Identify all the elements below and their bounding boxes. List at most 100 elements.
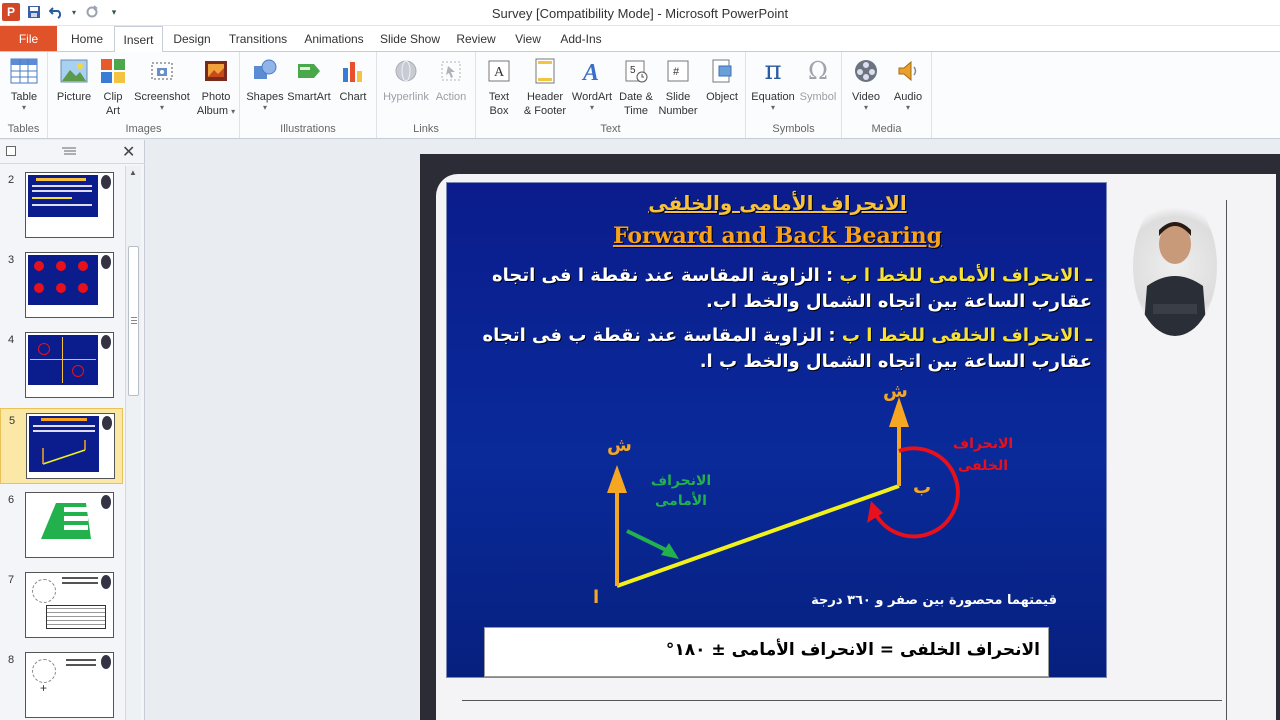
smartart-button[interactable]: SmartArt: [286, 56, 332, 104]
wordart-button[interactable]: A WordArt ▾: [570, 56, 614, 112]
thumbnail-scrollbar[interactable]: ▲: [125, 166, 141, 720]
thumbnail-image: [25, 492, 114, 558]
action-icon: [436, 56, 466, 86]
title-bar: P ▾ ▾ Survey [Compatibility Mode] - Micr…: [0, 0, 1280, 26]
slide-number-icon: #: [663, 56, 693, 86]
thumbnail-image: +: [25, 652, 114, 718]
group-media: Video ▾ Audio ▾ Media: [842, 52, 932, 138]
formula-box[interactable]: الانحراف الخلفى = الانحراف الأمامى ± ١٨٠…: [484, 627, 1049, 677]
slide-thumbnail-selected[interactable]: 5: [0, 408, 123, 484]
slide-divider-vertical: [1226, 200, 1227, 720]
thumbnail-image: [25, 332, 114, 398]
tab-transitions[interactable]: Transitions: [224, 26, 292, 51]
equation-button[interactable]: π Equation ▾: [750, 56, 796, 112]
text-box-icon: A: [484, 56, 514, 86]
thumbnail-pane-header: ✕: [0, 140, 145, 164]
text-box-button[interactable]: A Text Box: [480, 56, 518, 118]
tab-file[interactable]: File: [0, 26, 57, 51]
slide-thumbnail[interactable]: 6: [0, 488, 123, 564]
forward-bearing-arrowhead: [661, 543, 679, 559]
table-button[interactable]: Table ▾: [6, 56, 42, 112]
formula-text: الانحراف الخلفى = الانحراف الأمامى ± ١٨٠…: [665, 640, 1040, 660]
symbol-button[interactable]: Ω Symbol: [798, 56, 838, 104]
screenshot-icon: [147, 56, 177, 86]
globe-icon: [391, 56, 421, 86]
tab-view[interactable]: View: [508, 26, 548, 51]
chart-icon: [338, 56, 368, 86]
slide-number-button[interactable]: # Slide Number: [656, 56, 700, 118]
tab-add-ins[interactable]: Add-Ins: [556, 26, 606, 51]
thumbnail-image: [25, 252, 114, 318]
group-tables: Table ▾ Tables: [0, 52, 48, 138]
slides-tab-icon[interactable]: [6, 146, 16, 156]
slide-thumbnail[interactable]: 3: [0, 248, 123, 324]
screenshot-button[interactable]: Screenshot ▾: [134, 56, 190, 112]
tab-slide-show[interactable]: Slide Show: [376, 26, 444, 51]
range-note[interactable]: قيمتهما محصورة بين صفر و ٣٦٠ درجة: [767, 593, 1057, 608]
presenter-photo: [1133, 196, 1217, 336]
calendar-icon: 5: [621, 56, 651, 86]
label-north-b: ش: [883, 381, 908, 402]
svg-text:A: A: [581, 60, 599, 84]
svg-text:A: A: [494, 65, 505, 80]
label-back-bearing: الانحراف الخلفى: [952, 436, 1014, 474]
label-north-a: ش: [607, 435, 632, 456]
label-forward-bearing: الانحراف الأمامى: [650, 473, 712, 509]
hyperlink-button[interactable]: Hyperlink: [381, 56, 431, 104]
group-images: Picture Clip Art Screenshot ▾ Photo Albu…: [48, 52, 240, 138]
group-label-tables: Tables: [7, 123, 40, 135]
pi-icon: π: [764, 56, 782, 86]
thumbnail-image: [25, 172, 114, 238]
slide-thumbnail[interactable]: 8 +: [0, 648, 123, 720]
video-button[interactable]: Video ▾: [846, 56, 886, 112]
scrollbar-thumb[interactable]: [128, 246, 139, 396]
thumbnail-image: [26, 413, 115, 479]
tab-animations[interactable]: Animations: [300, 26, 368, 51]
tab-home[interactable]: Home: [64, 26, 110, 51]
film-reel-icon: [851, 56, 881, 86]
label-point-a: ا: [593, 587, 600, 608]
picture-button[interactable]: Picture: [54, 56, 94, 104]
group-label-links: Links: [413, 123, 439, 135]
slide-canvas[interactable]: الانحراف الأمامى والخلفى Forward and Bac…: [420, 154, 1280, 720]
tab-insert[interactable]: Insert: [114, 26, 163, 52]
group-links: Hyperlink Action Links: [377, 52, 476, 138]
group-label-text: Text: [600, 123, 621, 135]
slide-thumbnail[interactable]: 4: [0, 328, 123, 404]
north-arrowhead-a: [607, 465, 627, 493]
header-footer-button[interactable]: Header & Footer: [520, 56, 570, 118]
window-title: Survey [Compatibility Mode] - Microsoft …: [491, 6, 789, 21]
omega-icon: Ω: [808, 57, 828, 85]
action-button[interactable]: Action: [433, 56, 469, 104]
photo-album-button[interactable]: Photo Album ▾: [196, 56, 236, 118]
tab-design[interactable]: Design: [167, 26, 217, 51]
outline-tab-icon[interactable]: [62, 146, 76, 156]
shapes-icon: [250, 56, 280, 86]
shapes-button[interactable]: Shapes ▾: [245, 56, 285, 112]
label-point-b: ب: [913, 477, 932, 498]
wordart-icon: A: [577, 56, 607, 86]
svg-text:#: #: [673, 66, 680, 78]
audio-button[interactable]: Audio ▾: [888, 56, 928, 112]
group-label-symbols: Symbols: [772, 123, 815, 135]
smartart-icon: [294, 56, 324, 86]
slide-divider-horizontal: [462, 700, 1222, 701]
object-icon: [707, 56, 737, 86]
tab-review[interactable]: Review: [452, 26, 500, 51]
table-icon: [9, 56, 39, 86]
group-symbols: π Equation ▾ Ω Symbol Symbols: [746, 52, 842, 138]
group-label-media: Media: [871, 123, 902, 135]
object-button[interactable]: Object: [702, 56, 742, 104]
clip-art-button[interactable]: Clip Art: [98, 56, 128, 118]
slide-thumbnail[interactable]: 2: [0, 168, 123, 244]
scroll-up-icon[interactable]: ▲: [129, 168, 137, 177]
picture-icon: [59, 56, 89, 86]
group-label-images: Images: [125, 123, 162, 135]
group-illustrations: Shapes ▾ SmartArt Chart Illustrations: [240, 52, 377, 138]
date-time-button[interactable]: 5 Date & Time: [616, 56, 656, 118]
chart-button[interactable]: Chart: [336, 56, 370, 104]
slide-thumbnail[interactable]: 7: [0, 568, 123, 644]
clip-art-icon: [98, 56, 128, 86]
close-pane-icon[interactable]: ✕: [122, 142, 135, 162]
ribbon-tabs: File Home Insert Design Transitions Anim…: [0, 26, 1280, 52]
